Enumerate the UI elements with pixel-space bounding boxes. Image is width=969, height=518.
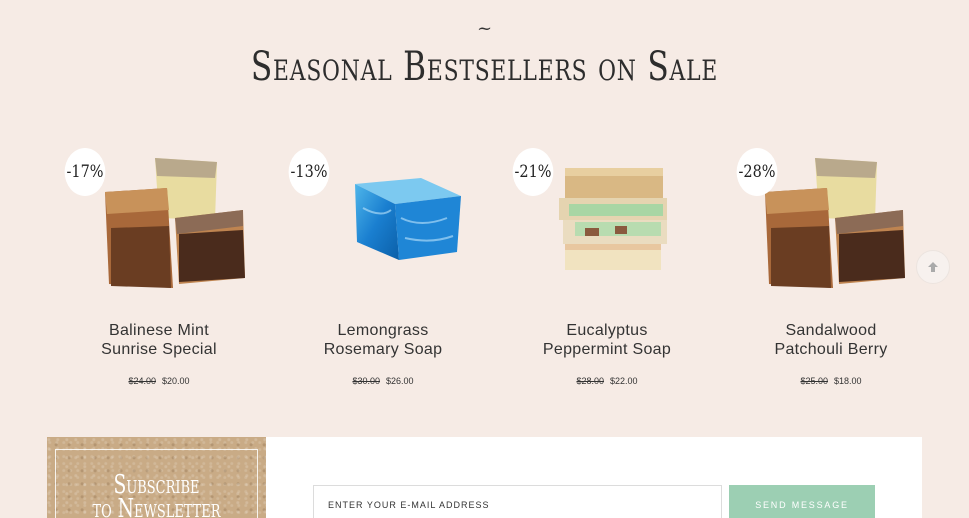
- product-name-line[interactable]: Patchouli Berry: [719, 340, 943, 359]
- product-name[interactable]: Balinese Mint Sunrise Special: [47, 321, 271, 359]
- product-name-line[interactable]: Eucalyptus: [495, 321, 719, 340]
- discount-badge: -28%: [736, 148, 778, 196]
- price-block: $28.00 $22.00: [495, 376, 719, 386]
- sale-price: $20.00: [162, 376, 190, 386]
- product-card[interactable]: -28% Sandalwood Patchouli Berry $25.00 $1…: [719, 140, 943, 400]
- sale-price: $22.00: [610, 376, 638, 386]
- discount-badge: -17%: [64, 148, 106, 196]
- send-message-button[interactable]: SEND MESSAGE: [729, 485, 875, 518]
- product-grid: -17% Balinese Mint Sunrise Special $24.0…: [47, 140, 943, 400]
- product-name[interactable]: Sandalwood Patchouli Berry: [719, 321, 943, 359]
- product-card[interactable]: -13% Lemongrass Rosemary Soap $30.00 $26.…: [271, 140, 495, 400]
- price-block: $24.00 $20.00: [47, 376, 271, 386]
- sale-price: $26.00: [386, 376, 414, 386]
- section-title: Seasonal Bestsellers on Sale: [250, 44, 719, 90]
- newsletter-title-line: to Newsletter: [92, 494, 221, 518]
- old-price: $24.00: [128, 376, 156, 386]
- product-name-line[interactable]: Peppermint Soap: [495, 340, 719, 359]
- product-name-line[interactable]: Sunrise Special: [47, 340, 271, 359]
- old-price: $25.00: [800, 376, 828, 386]
- product-name-line[interactable]: Balinese Mint: [47, 321, 271, 340]
- discount-badge: -13%: [288, 148, 330, 196]
- title-ornament: ~: [476, 18, 493, 39]
- old-price: $28.00: [576, 376, 604, 386]
- price-block: $30.00 $26.00: [271, 376, 495, 386]
- newsletter-title: Subscribe to Newsletter: [78, 472, 236, 518]
- arrow-up-icon: [928, 262, 938, 272]
- scroll-to-top-button[interactable]: [916, 250, 950, 284]
- product-name-line[interactable]: Lemongrass: [271, 321, 495, 340]
- product-card[interactable]: -17% Balinese Mint Sunrise Special $24.0…: [47, 140, 271, 400]
- product-card[interactable]: -21% Eucalyptus Peppermint Soap $28.00 $2…: [495, 140, 719, 400]
- old-price: $30.00: [352, 376, 380, 386]
- email-input[interactable]: [313, 485, 722, 518]
- product-name-line[interactable]: Sandalwood: [719, 321, 943, 340]
- product-name[interactable]: Eucalyptus Peppermint Soap: [495, 321, 719, 359]
- product-name-line[interactable]: Rosemary Soap: [271, 340, 495, 359]
- discount-badge: -21%: [512, 148, 554, 196]
- newsletter-banner: Subscribe to Newsletter: [47, 437, 266, 518]
- newsletter-section: Subscribe to Newsletter SEND MESSAGE: [47, 437, 922, 518]
- product-name[interactable]: Lemongrass Rosemary Soap: [271, 321, 495, 359]
- price-block: $25.00 $18.00: [719, 376, 943, 386]
- sale-price: $18.00: [834, 376, 862, 386]
